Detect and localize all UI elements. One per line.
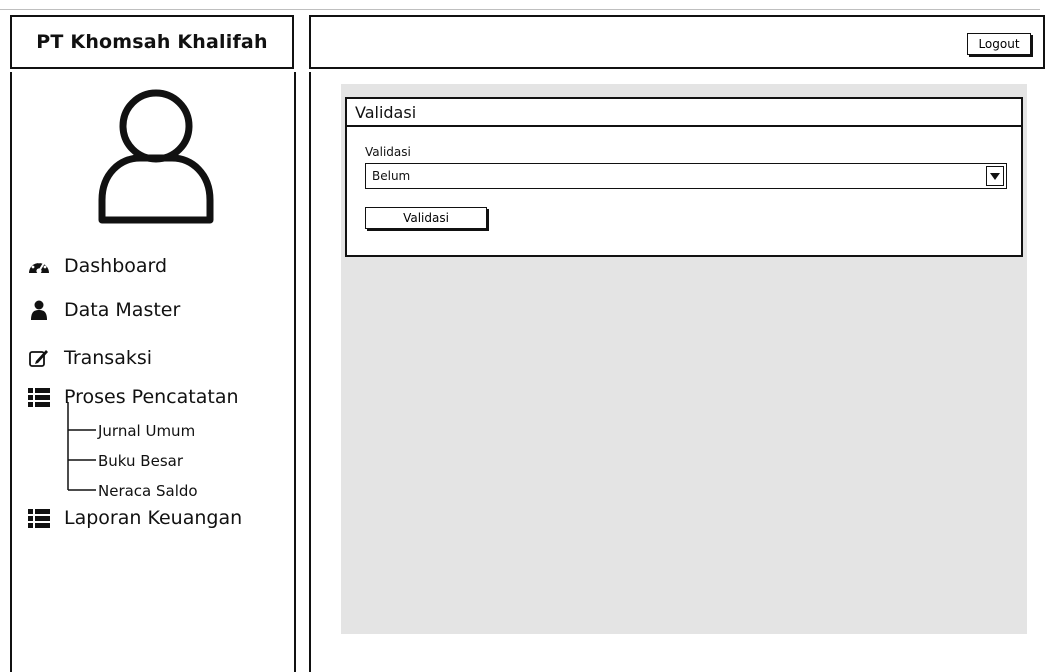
sidebar: Dashboard Data Master Transaksi Proses P… bbox=[10, 72, 296, 672]
validation-select-value: Belum bbox=[372, 169, 411, 183]
app-title: PT Khomsah Khalifah bbox=[10, 15, 294, 69]
panel-title: Validasi bbox=[347, 99, 1021, 127]
validation-select[interactable]: Belum bbox=[365, 163, 1007, 189]
submenu-item-buku-besar[interactable]: Buku Besar bbox=[98, 452, 183, 470]
sidebar-item-label: Transaksi bbox=[64, 347, 153, 369]
validation-panel: Validasi Validasi Belum Validasi bbox=[345, 97, 1023, 257]
top-header: Logout bbox=[309, 15, 1045, 69]
sidebar-item-dashboard[interactable]: Dashboard bbox=[26, 254, 167, 278]
sidebar-item-label: Data Master bbox=[64, 299, 181, 321]
user-icon bbox=[26, 298, 52, 322]
submenu-item-jurnal-umum[interactable]: Jurnal Umum bbox=[98, 422, 195, 440]
sidebar-item-data-master[interactable]: Data Master bbox=[26, 298, 180, 322]
submenu-item-neraca-saldo[interactable]: Neraca Saldo bbox=[98, 482, 198, 500]
list-icon bbox=[26, 506, 52, 530]
sidebar-item-label: Laporan Keuangan bbox=[64, 507, 243, 529]
avatar-icon bbox=[98, 89, 214, 224]
sidebar-item-laporan-keuangan[interactable]: Laporan Keuangan bbox=[26, 506, 242, 530]
chevron-down-icon[interactable] bbox=[986, 166, 1004, 186]
sidebar-item-label: Dashboard bbox=[64, 255, 168, 277]
list-icon bbox=[26, 385, 52, 409]
sidebar-item-transaksi[interactable]: Transaksi bbox=[26, 346, 152, 370]
edit-icon bbox=[26, 346, 52, 370]
logout-button[interactable]: Logout bbox=[967, 33, 1031, 55]
dashboard-icon bbox=[26, 254, 52, 278]
validation-field-label: Validasi bbox=[365, 145, 411, 159]
top-divider bbox=[0, 9, 1040, 10]
validate-button[interactable]: Validasi bbox=[365, 207, 487, 229]
